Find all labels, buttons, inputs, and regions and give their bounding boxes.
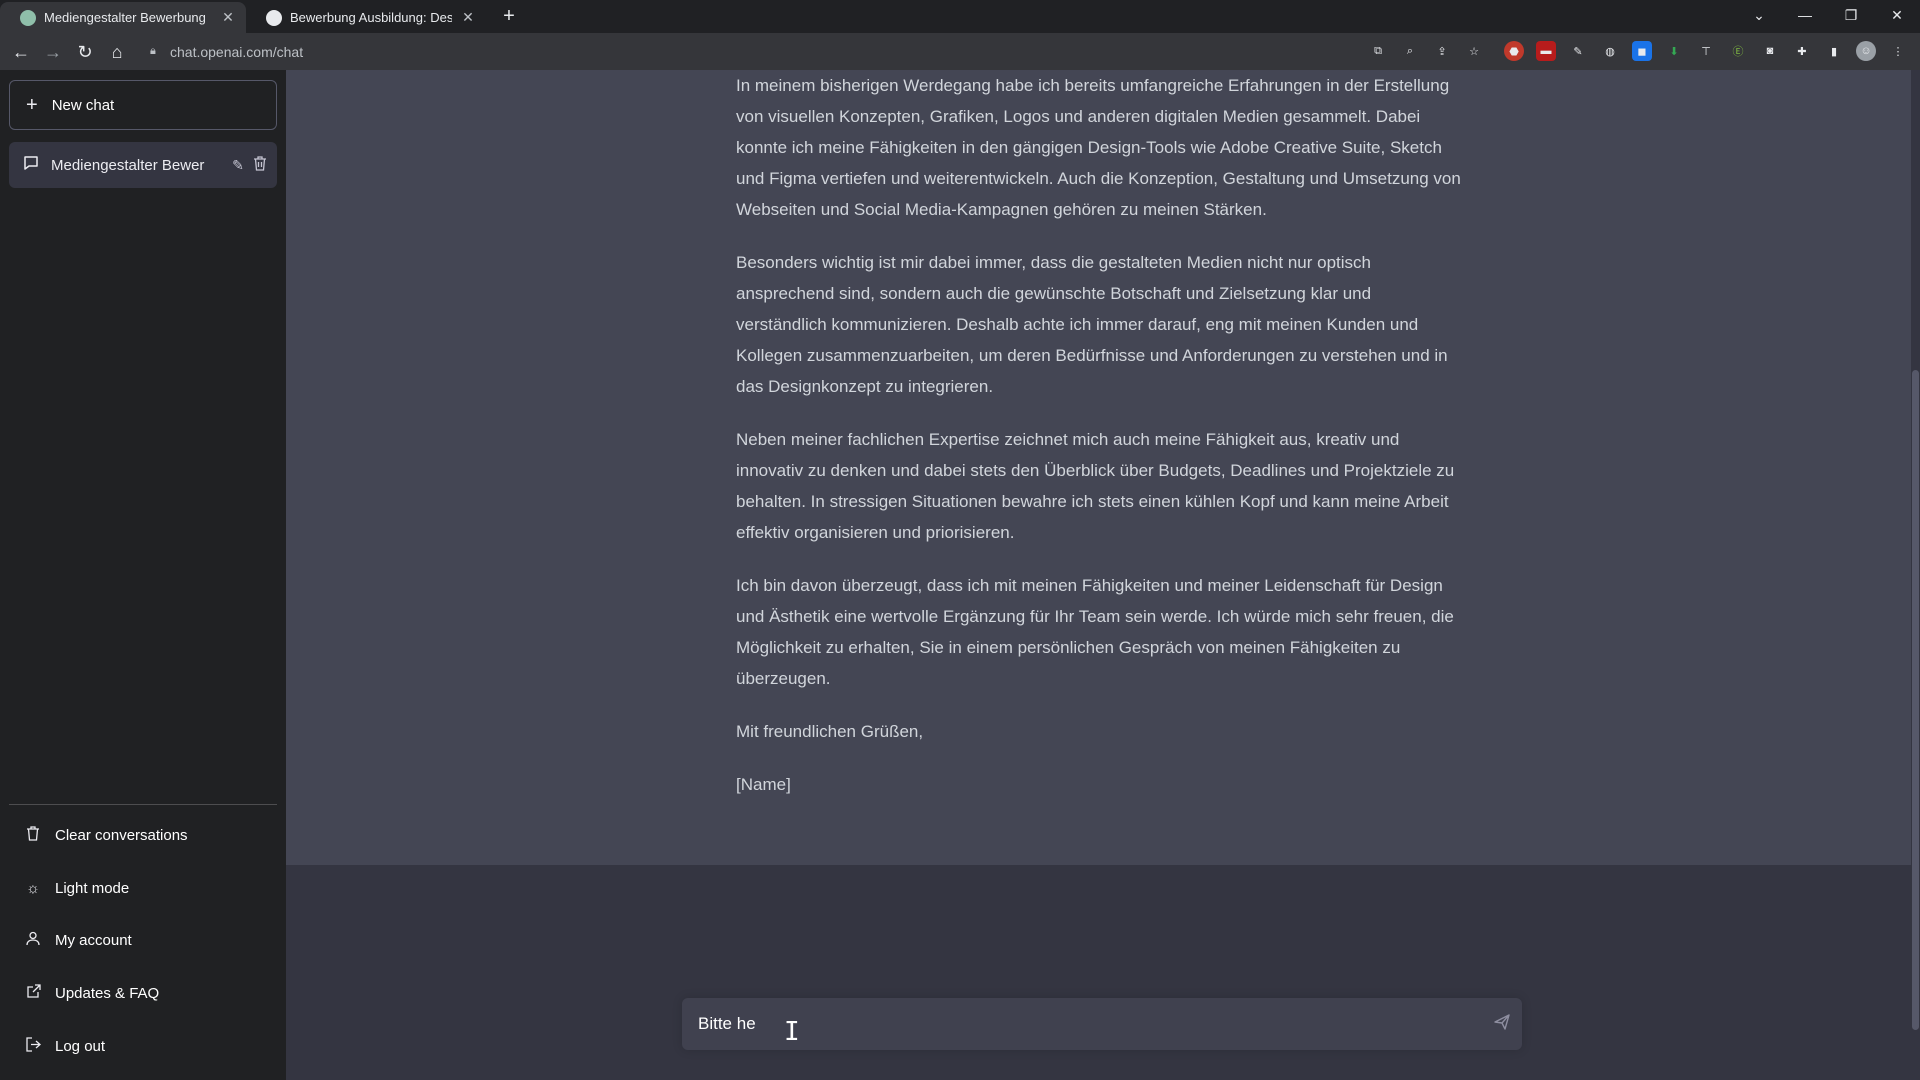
external-link-icon xyxy=(23,983,43,1003)
camera-extension-icon[interactable]: ◙ xyxy=(1760,41,1780,61)
send-icon[interactable] xyxy=(1482,1013,1522,1035)
user-icon xyxy=(23,931,43,950)
download-extension-icon[interactable]: ⬇ xyxy=(1664,41,1684,61)
message-input-text[interactable]: Bitte he xyxy=(698,1014,1482,1034)
browser-toolbar: ← → ↻ ⌂ 🔒︎ chat.openai.com/chat ⧉ ⌕ ⇪ ☆ … xyxy=(0,33,1920,70)
log-out-button[interactable]: Log out xyxy=(9,1024,277,1068)
trash-icon xyxy=(23,825,43,845)
back-arrow-icon[interactable]: ← xyxy=(8,39,34,65)
minimize-icon[interactable]: — xyxy=(1782,0,1828,30)
reload-icon[interactable]: ↻ xyxy=(72,39,98,65)
extension-red-icon[interactable]: ▬ xyxy=(1536,41,1556,61)
share-icon[interactable]: ⇪ xyxy=(1432,41,1452,61)
conversation-title: Mediengestalter Bewer xyxy=(51,156,205,174)
chatgpt-favicon-icon xyxy=(20,9,36,26)
lock-icon: 🔒︎ xyxy=(150,45,156,57)
delete-trash-icon[interactable] xyxy=(249,156,271,174)
globe-extension-icon[interactable]: ◍ xyxy=(1600,41,1620,61)
puzzle-extensions-icon[interactable]: ✚ xyxy=(1792,41,1812,61)
message-paragraph: In meinem bisherigen Werdegang habe ich … xyxy=(736,76,1461,219)
light-mode-button[interactable]: ☼ Light mode xyxy=(9,866,277,910)
assistant-message: In meinem bisherigen Werdegang habe ich … xyxy=(286,70,1911,865)
chat-scrollbar[interactable] xyxy=(1911,70,1920,1080)
window-close-icon[interactable]: ✕ xyxy=(1874,0,1920,30)
extension-tool-icon[interactable]: ⊤ xyxy=(1696,41,1716,61)
chat-main: In meinem bisherigen Werdegang habe ich … xyxy=(286,70,1920,1080)
site-favicon-icon xyxy=(266,9,282,26)
bookmark-star-icon[interactable]: ☆ xyxy=(1464,41,1484,61)
close-tab-icon[interactable]: ✕ xyxy=(460,9,476,26)
close-tab-icon[interactable]: ✕ xyxy=(220,9,236,26)
extension-blue-icon[interactable]: ◼ xyxy=(1632,41,1652,61)
message-input[interactable]: Bitte he xyxy=(682,998,1522,1050)
message-paragraph: Besonders wichtig ist mir dabei immer, d… xyxy=(736,253,1448,396)
new-chat-button[interactable]: + New chat xyxy=(9,80,277,130)
sun-icon: ☼ xyxy=(26,879,40,897)
scrollbar-thumb[interactable] xyxy=(1912,370,1919,1030)
light-mode-label: Light mode xyxy=(55,879,130,897)
message-closing: Mit freundlichen Grüßen, xyxy=(736,722,924,741)
message-paragraph: Ich bin davon überzeugt, dass ich mit me… xyxy=(736,576,1454,688)
zoom-icon[interactable]: ⌕ xyxy=(1400,41,1420,61)
profile-avatar-icon[interactable]: ☺ xyxy=(1856,41,1876,61)
clear-conversations-button[interactable]: Clear conversations xyxy=(9,813,277,857)
tab-bewerbung-ausbildung[interactable]: Bewerbung Ausbildung: Design- ✕ xyxy=(246,2,486,33)
text-cursor-icon: I xyxy=(784,1017,800,1047)
extension-pen-icon[interactable]: ✎ xyxy=(1568,41,1588,61)
address-bar[interactable]: 🔒︎ chat.openai.com/chat xyxy=(140,37,1480,66)
message-signature: [Name] xyxy=(736,775,791,794)
tab-mediengestalter[interactable]: Mediengestalter Bewerbung ✕ xyxy=(0,2,246,33)
logout-icon xyxy=(23,1036,43,1056)
clear-conversations-label: Clear conversations xyxy=(55,826,188,844)
sidebar: + New chat Mediengestalter Bewer ✎ Clear… xyxy=(0,70,286,1080)
adblock-extension-icon[interactable]: ⬣ xyxy=(1504,41,1524,61)
updates-faq-link[interactable]: Updates & FAQ xyxy=(9,971,277,1015)
edit-pencil-icon[interactable]: ✎ xyxy=(227,157,249,174)
restore-icon[interactable]: ❐ xyxy=(1828,0,1874,30)
plus-icon: + xyxy=(26,93,38,116)
side-panel-icon[interactable]: ▮ xyxy=(1824,41,1844,61)
home-icon[interactable]: ⌂ xyxy=(104,39,130,65)
tab-search-chevron-icon[interactable]: ⌄ xyxy=(1736,0,1782,30)
menu-kebab-icon[interactable]: ⋮ xyxy=(1888,41,1908,61)
sidebar-divider xyxy=(9,804,277,805)
my-account-label: My account xyxy=(55,931,132,949)
extension-green-icon[interactable]: Ⓔ xyxy=(1728,41,1748,61)
assistant-message-text: In meinem bisherigen Werdegang habe ich … xyxy=(736,70,1466,822)
url-text: chat.openai.com/chat xyxy=(170,43,304,60)
new-chat-label: New chat xyxy=(51,96,115,114)
my-account-button[interactable]: My account xyxy=(9,918,277,962)
updates-faq-label: Updates & FAQ xyxy=(55,984,160,1002)
tab-title: Mediengestalter Bewerbung xyxy=(44,10,206,25)
conversation-item[interactable]: Mediengestalter Bewer ✎ xyxy=(9,142,277,188)
message-paragraph: Neben meiner fachlichen Expertise zeichn… xyxy=(736,430,1455,542)
log-out-label: Log out xyxy=(55,1037,106,1055)
forward-arrow-icon[interactable]: → xyxy=(40,39,66,65)
new-tab-icon[interactable]: + xyxy=(498,6,520,28)
tab-title: Bewerbung Ausbildung: Design- xyxy=(290,10,452,25)
translate-icon[interactable]: ⧉ xyxy=(1368,41,1388,61)
chat-bubble-icon xyxy=(23,155,39,175)
browser-tab-bar: Mediengestalter Bewerbung ✕ Bewerbung Au… xyxy=(0,0,1920,33)
